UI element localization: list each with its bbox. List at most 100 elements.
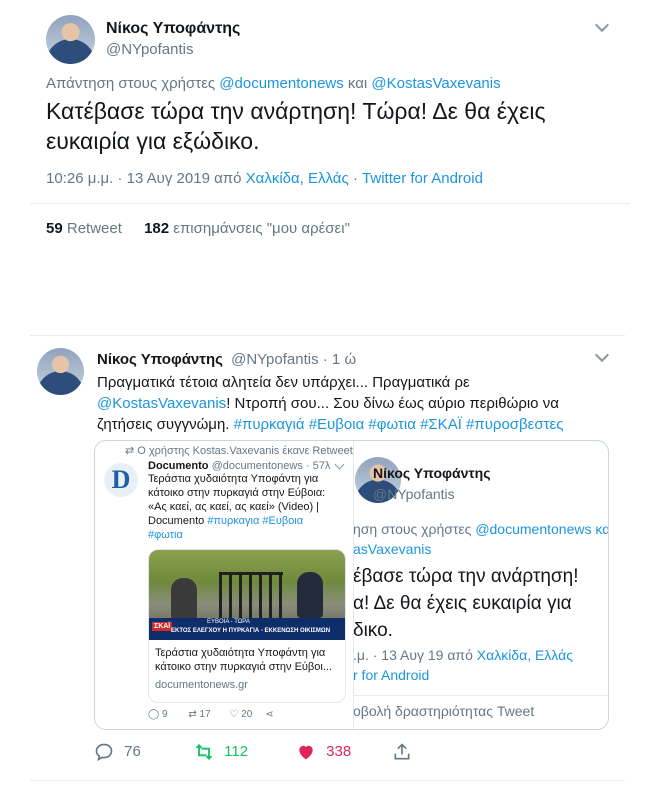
- bg-text-line: δικο.: [353, 620, 393, 641]
- author-avatar[interactable]: [37, 348, 84, 395]
- doc-reply-icon: ◯: [148, 709, 160, 720]
- time-ago[interactable]: · 1 ώ: [323, 351, 356, 368]
- retweet-count: 112: [224, 742, 249, 760]
- link-title: Τεράστια χυδαιότητα Υποφάντη για κάτοικο…: [155, 646, 332, 674]
- hashtags[interactable]: #πυρκαγιά #Ευβοια #φωτια #ΣΚΑΪ #πυροσβεσ…: [234, 416, 564, 433]
- tweet-text-line: Πραγματικά τέτοια αλητεία δεν υπάρχει...…: [97, 374, 470, 391]
- bg-time: .μ. · 13 Αυγ 19 από: [353, 647, 473, 663]
- chevron-down-icon[interactable]: [594, 347, 610, 363]
- top-divider: [30, 335, 625, 336]
- doc-share-icon: ⋖: [265, 709, 274, 720]
- reply-icon: [95, 743, 113, 762]
- bg-divider: [345, 695, 608, 696]
- tweet-text-line: ζητήσεις συγγνώμη. #πυρκαγιά #Ευβοια #φω…: [97, 414, 563, 435]
- link-title-line: Τεράστια χυδαιότητα Υποφάντη για: [155, 647, 326, 659]
- reply-prefix: Απάντηση στους χρήστες: [46, 75, 216, 92]
- documento-text-line: #φωτια: [148, 529, 183, 541]
- video-banner-top: ΕΥΒΟΙΑ - ΤΩΡΑ: [207, 619, 250, 625]
- documento-tweet: ⇄ Ο χρήστης Kostas.Vaxevanis έκανε Retwe…: [95, 441, 354, 729]
- author-handle[interactable]: @NYpofantis: [106, 41, 194, 58]
- bg-text-line: α! Δε θα έχεις ευκαιρία για: [353, 593, 572, 614]
- retweet-stat[interactable]: 59 Retweet: [46, 220, 126, 237]
- reply-context: Απάντηση στους χρήστες @documentonews κα…: [46, 75, 501, 92]
- reply-mention-documentonews[interactable]: @documentonews: [219, 75, 343, 92]
- reply-count: 76: [124, 742, 141, 760]
- heart-icon: [299, 745, 313, 760]
- embedded-screenshot[interactable]: Νίκος Υποφάντης @NYpofantis ηση στους χρ…: [94, 440, 609, 730]
- bg-reply-context: ηση στους χρήστες @documentonews κα asVa…: [353, 519, 609, 559]
- video-channel-logo: ΣΚΑΪ: [152, 622, 173, 631]
- bg-activity: οβολή δραστηριότητας Tweet: [353, 703, 535, 719]
- documento-logo-letter: D: [111, 465, 131, 494]
- retweet-note: ⇄ Ο χρήστης Kostas.Vaxevanis έκανε Retwe…: [125, 444, 353, 458]
- doc-reply-count: 9: [161, 709, 168, 720]
- reply-and: και: [347, 75, 368, 92]
- tweet-text: Πραγματικά τέτοια αλητεία δεν υπάρχει...…: [97, 372, 563, 435]
- author-handle[interactable]: @NYpofantis: [231, 351, 319, 368]
- bg-reply-prefix: ηση στους χρήστες: [353, 521, 472, 537]
- tweet-meta: 10:26 μ.μ. · 13 Αυγ 2019 από Χαλκίδα, Ελ…: [46, 170, 483, 187]
- video-person: [171, 578, 197, 620]
- doc-like-count: 20: [241, 709, 253, 720]
- doc-retweet-icon: ⇄: [188, 709, 197, 720]
- like-button[interactable]: 338: [296, 742, 351, 762]
- tweet-stats: 59 Retweet 182 επισημάνσεις "μου αρέσει": [46, 220, 350, 237]
- author-name[interactable]: Νίκος Υποφάντης: [97, 351, 223, 368]
- documento-text-line: Documento #πυρκαγια #Ευβοια: [148, 515, 304, 527]
- tweet-text-line: ευκαιρία για εξώδικο.: [46, 128, 260, 154]
- video-person: [297, 572, 323, 618]
- retweet-label: Retweet: [66, 220, 122, 237]
- location-link[interactable]: Χαλκίδα, Ελλάς: [246, 170, 349, 187]
- link-title-line: κάτοικο στην πυρκαγιά στην Εύβοι...: [155, 661, 332, 673]
- documento-chevron-icon: [334, 459, 345, 470]
- bg-author-name: Νίκος Υποφάντης: [373, 465, 491, 481]
- like-stat[interactable]: 182 επισημάνσεις "μου αρέσει": [144, 220, 350, 237]
- tweet-text-line: @KostasVaxevanis! Ντροπή σου... Σου δίνω…: [97, 393, 563, 414]
- divider: [30, 203, 630, 204]
- tweet-text-line: Κατέβασε τώρα την ανάρτηση! Τώρα! Δε θα …: [46, 98, 546, 124]
- tweet-text-fragment: ! Ντροπή σου... Σου δίνω έως αύριο περιθ…: [226, 395, 559, 412]
- author-name[interactable]: Νίκος Υποφάντης: [106, 20, 240, 38]
- retweet-icon: [195, 744, 213, 760]
- like-label: επισημάνσεις "μου αρέσει": [173, 220, 350, 237]
- mention-kostasvaxevanis[interactable]: @KostasVaxevanis: [97, 395, 226, 412]
- like-count: 182: [144, 220, 170, 237]
- documento-text-line: «Ας καεί, ας καεί, ας καεί» (Video) |: [148, 501, 320, 513]
- chevron-down-icon[interactable]: [594, 17, 610, 33]
- reply-mention-kostasvaxevanis[interactable]: @KostasVaxevanis: [371, 75, 500, 92]
- author-avatar[interactable]: [46, 15, 95, 64]
- documento-actions: ◯ 9 ⇄ 17 ♡ 20 ⋖: [148, 709, 273, 720]
- documento-text-line: Τεράστια χυδαιότητα Υποφάντη για: [148, 473, 319, 485]
- bg-author-handle: @NYpofantis: [373, 486, 455, 502]
- doc-retweet-count: 17: [199, 709, 211, 720]
- doc-like-icon: ♡: [229, 709, 239, 720]
- share-button[interactable]: [392, 742, 412, 762]
- bg-tweet-text: έβασε τώρα την ανάρτηση! α! Δε θα έχεις …: [353, 563, 579, 644]
- bottom-divider: [30, 780, 625, 781]
- video-thumbnail: ΣΚΑΪ ΕΥΒΟΙΑ - ΤΩΡΑ ΕΚΤΟΣ ΕΛΕΓΧΟΥ Η ΠΥΡΚΑ…: [149, 550, 345, 640]
- client-link[interactable]: Twitter for Android: [362, 170, 483, 187]
- bg-location: Χαλκίδα, Ελλάς: [476, 647, 573, 663]
- retweet-count: 59: [46, 220, 63, 237]
- video-banner-text: ΕΚΤΟΣ ΕΛΕΓΧΟΥ Η ΠΥΡΚΑΓΙΑ - ΕΚΚΕΝΩΣΗ ΟΙΚΙ…: [171, 628, 331, 634]
- video-banner: ΣΚΑΪ ΕΥΒΟΙΑ - ΤΩΡΑ ΕΚΤΟΣ ΕΛΕΓΧΟΥ Η ΠΥΡΚΑ…: [149, 618, 345, 640]
- documento-text: Τεράστια χυδαιότητα Υποφάντη για κάτοικο…: [148, 472, 325, 542]
- bg-text-line: έβασε τώρα την ανάρτηση!: [353, 566, 579, 587]
- bg-meta: .μ. · 13 Αυγ 19 από Χαλκίδα, Ελλάς r for…: [353, 645, 573, 685]
- link-domain: documentonews.gr: [155, 679, 248, 691]
- timestamp[interactable]: 10:26 μ.μ. · 13 Αυγ 2019 από: [46, 170, 241, 187]
- tweet-header: Νίκος Υποφάντης @NYpofantis · 1 ώ: [97, 351, 356, 368]
- tweet-text: Κατέβασε τώρα την ανάρτηση! Τώρα! Δε θα …: [46, 96, 546, 156]
- retweet-note-text: Ο χρήστης Kostas.Vaxevanis έκανε Retweet: [137, 445, 353, 457]
- meta-separator: ·: [352, 170, 358, 187]
- bg-reply-mention: @documentonews κα: [475, 521, 609, 537]
- tweet-text-fragment: ζητήσεις συγγνώμη.: [97, 416, 230, 433]
- bg-reply-mention-2: asVaxevanis: [353, 541, 432, 557]
- link-card: ΣΚΑΪ ΕΥΒΟΙΑ - ΤΩΡΑ ΕΚΤΟΣ ΕΛΕΓΧΟΥ Η ΠΥΡΚΑ…: [148, 549, 346, 703]
- retweet-icon: ⇄: [125, 445, 135, 457]
- documento-logo: D: [104, 463, 138, 497]
- like-count: 338: [326, 742, 352, 760]
- documento-text-line: κάτοικο στην πυρκαγιά στην Εύβοια:: [148, 487, 326, 499]
- reply-button[interactable]: 76: [94, 742, 141, 762]
- retweet-button[interactable]: 112: [194, 742, 248, 762]
